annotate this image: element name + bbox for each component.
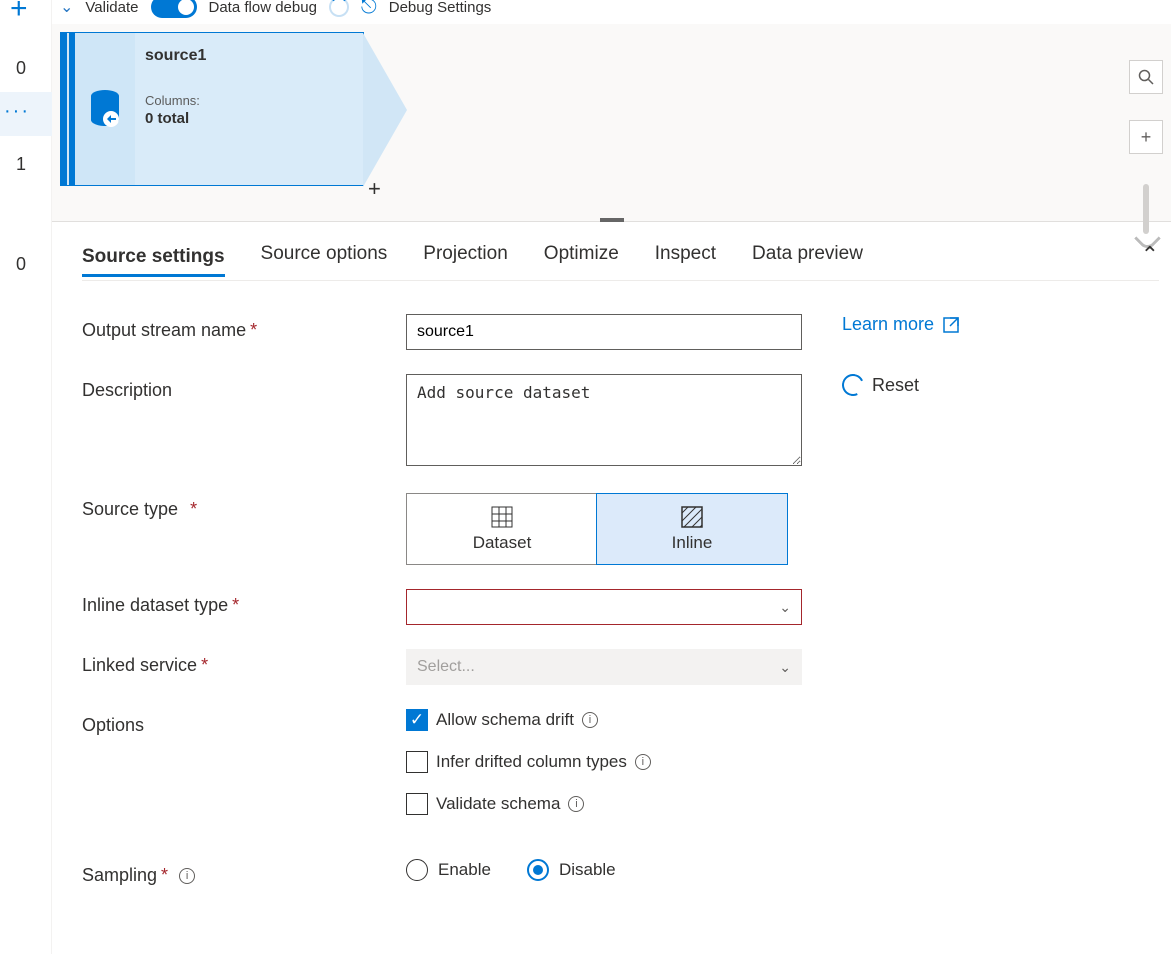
dataflow-canvas[interactable]: source1 Columns: 0 total + +: [52, 24, 1171, 222]
chevron-down-icon: ⌄: [779, 599, 791, 616]
source-node-title: source1: [145, 47, 353, 65]
debug-toggle-label: Data flow debug: [209, 0, 317, 16]
settings-tabs: Source settings Source options Projectio…: [82, 242, 1159, 281]
tab-data-preview[interactable]: Data preview: [752, 243, 863, 267]
reset-icon: [839, 371, 867, 399]
collapse-panel-icon[interactable]: ⌃: [1141, 242, 1159, 268]
sampling-label: Sampling* i: [82, 859, 406, 886]
tab-source-options[interactable]: Source options: [261, 243, 388, 267]
spinner-icon: [329, 0, 349, 17]
dataset-grid-icon: [490, 505, 514, 529]
inline-hatch-icon: [680, 505, 704, 529]
info-icon[interactable]: i: [582, 712, 598, 728]
validate-schema-checkbox[interactable]: [406, 793, 428, 815]
canvas-search-button[interactable]: [1129, 60, 1163, 94]
source-node[interactable]: source1 Columns: 0 total: [60, 32, 364, 186]
panel-resize-handle[interactable]: [600, 218, 624, 222]
rail-count-2: 0: [16, 254, 26, 275]
rail-count-0: 0: [16, 58, 26, 79]
source-type-dataset-option[interactable]: Dataset: [407, 494, 597, 564]
output-stream-name-input[interactable]: [406, 314, 802, 350]
debug-settings-icon[interactable]: ⎋: [361, 0, 377, 19]
learn-more-link[interactable]: Learn more: [842, 314, 960, 335]
external-link-icon: [942, 316, 960, 334]
search-icon: [1138, 69, 1154, 85]
tab-inspect[interactable]: Inspect: [655, 243, 716, 267]
info-icon[interactable]: i: [635, 754, 651, 770]
validate-button[interactable]: Validate: [85, 0, 138, 16]
validate-schema-label: Validate schema: [436, 794, 560, 814]
validate-chevron-icon[interactable]: ⌄: [60, 0, 73, 17]
allow-schema-drift-checkbox[interactable]: ✓: [406, 709, 428, 731]
source-type-label: Source type*: [82, 493, 406, 520]
chevron-down-icon: ⌄: [779, 659, 791, 676]
linked-service-dropdown[interactable]: Select... ⌄: [406, 649, 802, 685]
left-rail: + 0 ··· 1 0: [0, 0, 52, 954]
add-icon[interactable]: +: [10, 0, 28, 26]
linked-service-label: Linked service*: [82, 649, 406, 676]
info-icon[interactable]: i: [179, 868, 195, 884]
source-node-columns-label: Columns:: [145, 93, 353, 108]
sampling-enable-radio[interactable]: [406, 859, 428, 881]
canvas-zoom-in-button[interactable]: +: [1129, 120, 1163, 154]
reset-button[interactable]: Reset: [842, 374, 919, 396]
description-label: Description: [82, 374, 406, 401]
rail-selected-item[interactable]: ···: [0, 92, 52, 136]
source-type-inline-option[interactable]: Inline: [596, 493, 788, 565]
tab-projection[interactable]: Projection: [423, 243, 508, 267]
source-type-segmented: Dataset Inline: [406, 493, 788, 565]
output-stream-name-label: Output stream name*: [82, 314, 406, 341]
inline-dataset-type-dropdown[interactable]: ⌄: [406, 589, 802, 625]
sampling-disable-radio[interactable]: [527, 859, 549, 881]
debug-settings-button[interactable]: Debug Settings: [389, 0, 492, 16]
infer-types-checkbox[interactable]: [406, 751, 428, 773]
source-node-columns-value: 0 total: [145, 110, 353, 127]
description-input[interactable]: [406, 374, 802, 466]
dataflow-debug-toggle[interactable]: [151, 0, 197, 18]
tab-optimize[interactable]: Optimize: [544, 243, 619, 267]
source-settings-form: Output stream name* Learn more Descripti…: [82, 300, 1171, 886]
infer-types-label: Infer drifted column types: [436, 752, 627, 772]
info-icon[interactable]: i: [568, 796, 584, 812]
sampling-enable-label: Enable: [438, 860, 491, 880]
more-icon: ···: [4, 100, 30, 123]
database-icon: [88, 89, 122, 129]
rail-count-1: 1: [16, 154, 26, 175]
sampling-disable-label: Disable: [559, 860, 616, 880]
inline-dataset-type-label: Inline dataset type*: [82, 589, 406, 616]
tab-source-settings[interactable]: Source settings: [82, 246, 225, 277]
add-node-icon[interactable]: +: [368, 176, 381, 202]
zoom-slider[interactable]: [1143, 184, 1149, 234]
options-label: Options: [82, 709, 406, 736]
allow-schema-drift-label: Allow schema drift: [436, 710, 574, 730]
